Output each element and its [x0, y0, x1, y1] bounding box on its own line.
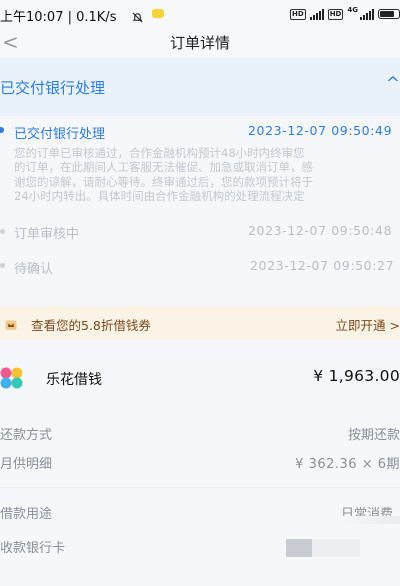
timeline-step-label: 订单审核中	[14, 227, 80, 242]
bank-card-redacted	[286, 539, 312, 557]
timeline-step-description: 您的订单已审核通过，合作金融机构预计48小时内终审您 的订单，在此期间人工客服无…	[14, 146, 313, 204]
chevron-up-icon[interactable]: ^	[386, 74, 400, 94]
timeline-dot	[0, 229, 5, 234]
mute-icon	[132, 8, 143, 27]
signal-icon	[309, 8, 324, 20]
timeline-step-time: 2023-12-07 09:50:49	[248, 123, 393, 138]
timeline-step-label: 已交付银行处理	[14, 127, 106, 142]
hd-icon: HD	[327, 8, 344, 20]
coupon-open-button[interactable]: 立即开通 >	[336, 315, 400, 334]
battery-icon	[378, 9, 400, 19]
timeline-step-time: 2023-12-07 09:50:48	[248, 223, 393, 238]
status-header-title: 已交付银行处理	[0, 79, 106, 97]
repay-method-label: 还款方式	[0, 428, 53, 443]
divider	[0, 487, 400, 488]
status-time: 上午10:07 | 0.1K/s	[0, 10, 117, 25]
coupon-text: 查看您的5.8折借钱券	[31, 318, 151, 333]
timeline-step-time: 2023-12-07 09:50:27	[250, 258, 395, 273]
monthly-detail-label[interactable]: 月供明细	[0, 453, 52, 472]
loan-amount: ¥ 1,963.00	[313, 367, 400, 385]
divider	[340, 516, 400, 524]
timeline-step-label: 待确认	[14, 262, 54, 277]
notification-icon	[152, 9, 164, 18]
crown-icon	[5, 316, 17, 330]
status-indicators: HD HD 4G	[290, 6, 400, 21]
lehua-logo-icon	[0, 367, 30, 389]
network-label: 4G	[347, 6, 358, 14]
bank-card-label: 收款银行卡	[0, 541, 66, 556]
repay-method-value: 按期还款	[347, 428, 400, 443]
page-title: 订单详情	[169, 34, 230, 52]
loan-purpose-label: 借款用途	[0, 507, 53, 522]
signal-icon	[360, 8, 374, 20]
timeline-dot	[0, 263, 5, 268]
hd-icon: HD	[290, 8, 306, 20]
bank-card-redacted	[312, 539, 360, 557]
monthly-detail-value[interactable]: ¥ 362.36 × 6期	[295, 453, 400, 472]
product-name: 乐花借钱	[46, 372, 102, 388]
